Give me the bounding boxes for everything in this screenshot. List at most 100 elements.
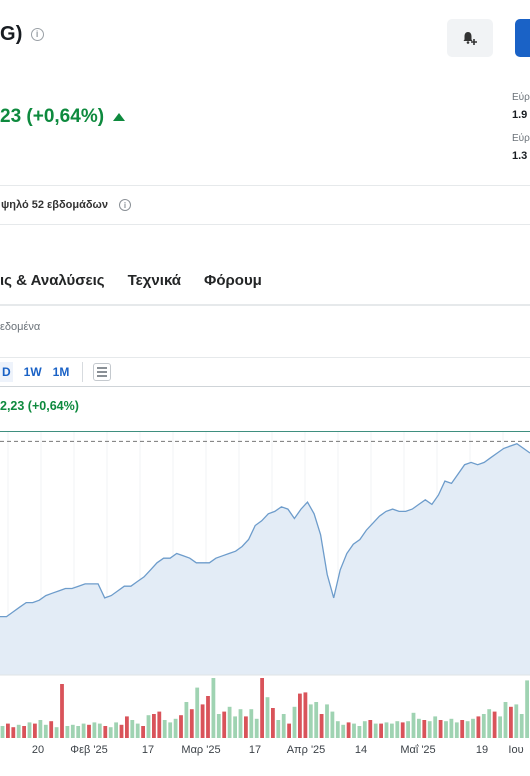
volume-bar: [460, 720, 465, 738]
volume-bar: [114, 722, 118, 738]
volume-bar: [438, 720, 443, 738]
volume-bar: [179, 715, 183, 738]
volume-bar: [33, 723, 37, 738]
volume-bar: [238, 709, 243, 738]
add-alert-button[interactable]: [447, 19, 493, 57]
stock-page: G) i 23 (+0,64%) Εύρ 1.9 Εύρ 1.3 ψηλό 52…: [0, 0, 530, 776]
volume-bar: [346, 722, 351, 738]
volume-bar: [146, 715, 151, 738]
x-tick-label: 19: [476, 744, 488, 756]
bell-plus-icon: [463, 32, 477, 45]
volume-bar: [357, 726, 362, 738]
volume-bar: [162, 720, 167, 738]
volume-bar: [271, 708, 275, 738]
volume-bar: [168, 722, 173, 738]
data-note: εδομένα: [0, 321, 41, 333]
volume-bar: [492, 711, 497, 738]
timeframe-1m[interactable]: 1M: [53, 365, 70, 379]
volume-bar: [362, 721, 367, 738]
volume-bar: [222, 711, 227, 738]
x-tick-label: 17: [249, 744, 261, 756]
primary-action-button[interactable]: [515, 19, 530, 57]
price-change-value: 23 (+0,64%): [0, 106, 105, 127]
x-tick-label: Μαΐ '25: [400, 744, 435, 756]
side-stat-label: Εύρ: [512, 92, 530, 103]
volume-bar: [390, 723, 394, 738]
side-stat-52w-range: Εύρ 1.3: [512, 133, 530, 162]
volume-bar: [189, 709, 194, 738]
tab-news-analysis[interactable]: ις & Αναλύσεις: [0, 262, 105, 289]
volume-bar: [206, 696, 210, 738]
side-stat-label: Εύρ: [512, 133, 530, 144]
volume-bar: [476, 716, 481, 738]
volume-bar: [216, 714, 221, 738]
volume-bar: [341, 724, 346, 738]
chart-toolbar: D 1W 1M: [0, 357, 530, 387]
tab-forum[interactable]: Φόρουμ: [204, 262, 262, 289]
volume-bar: [249, 709, 254, 738]
volume-bar: [498, 716, 502, 738]
side-stat-value: 1.3: [512, 150, 528, 162]
x-tick-label: Μαρ '25: [181, 744, 220, 756]
volume-bar: [227, 706, 232, 738]
volume-bar: [195, 687, 200, 738]
volume-bar: [281, 714, 286, 738]
volume-bar: [173, 718, 178, 738]
volume-bar: [319, 714, 324, 738]
section-tabs: ις & Αναλύσεις Τεχνικά Φόρουμ: [0, 262, 530, 306]
volume-bar: [92, 722, 97, 738]
volume-bar: [433, 716, 438, 738]
volume-bar: [406, 721, 410, 738]
volume-bar: [514, 704, 519, 738]
volume-bar: [471, 718, 475, 738]
volume-bar: [108, 727, 113, 738]
volume-bar: [254, 718, 259, 738]
volume-bar: [6, 723, 10, 738]
volume-bar: [352, 723, 356, 738]
volume-bar: [81, 723, 86, 738]
volume-bar: [11, 727, 16, 738]
price-chart[interactable]: 20 Φεβ '25 17 Μαρ '25 17 Απρ '25 14 Μαΐ '25 19 Ιο…: [0, 432, 530, 762]
timeframe-d[interactable]: D: [0, 362, 13, 382]
x-tick-label: Ιου: [508, 744, 523, 756]
timeframe-1w[interactable]: 1W: [24, 365, 42, 379]
volume-bar: [152, 714, 156, 738]
volume-bar: [503, 702, 508, 738]
volume-bar: [465, 721, 470, 738]
x-tick-label: Απρ '25: [287, 744, 326, 756]
volume-bar: [422, 720, 427, 738]
volume-bar: [417, 718, 421, 738]
volume-bar: [314, 702, 319, 738]
volume-bar: [200, 704, 205, 738]
volume-bar: [325, 704, 329, 738]
volume-bar: [368, 720, 373, 738]
volume-bar: [287, 723, 291, 738]
volume-bar: [76, 726, 81, 738]
instrument-title: G): [0, 22, 23, 45]
volume-bar: [265, 697, 270, 738]
volume-bar: [525, 680, 529, 738]
info-icon[interactable]: i: [30, 27, 44, 41]
x-tick-label: 20: [32, 744, 44, 756]
chart-settings-icon[interactable]: [93, 363, 112, 381]
volume-bar: [184, 702, 189, 738]
info-icon[interactable]: i: [118, 199, 131, 211]
volume-bar: [130, 720, 135, 738]
volume-bar: [384, 722, 389, 738]
volume-bar: [43, 724, 48, 738]
volume-bar: [292, 706, 297, 738]
volume-bar: [233, 716, 237, 738]
x-tick-label: 17: [142, 744, 154, 756]
up-triangle-icon: [113, 113, 126, 121]
volume-bar: [509, 706, 513, 738]
tab-technical[interactable]: Τεχνικά: [128, 262, 181, 289]
volume-bar: [60, 684, 64, 738]
side-stat-value: 1.9: [512, 109, 528, 121]
x-tick-label: 14: [355, 744, 367, 756]
toolbar-divider: [82, 362, 84, 382]
volume-bar: [141, 726, 145, 738]
volume-bar: [276, 720, 281, 738]
chart-price-change: 2,23 (+0,64%): [0, 399, 79, 413]
volume-bar: [481, 714, 486, 738]
volume-bar: [298, 693, 302, 738]
